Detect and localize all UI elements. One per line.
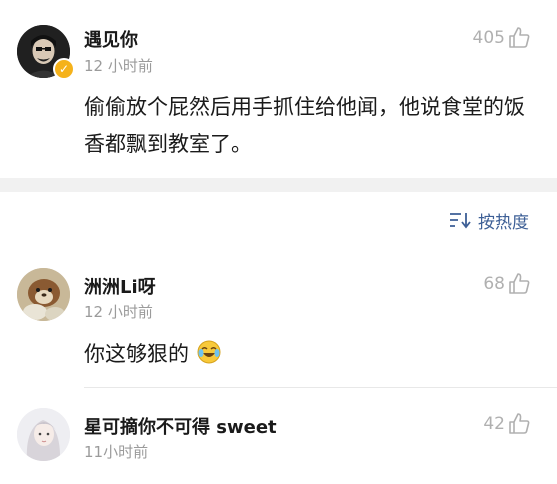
post-time: 12 小时前 bbox=[84, 57, 153, 75]
comment-like-button[interactable]: 68 bbox=[455, 272, 535, 298]
comment-time: 11小时前 bbox=[84, 443, 149, 461]
sort-label: 按热度 bbox=[478, 213, 529, 233]
post-like-button[interactable]: 405 bbox=[455, 26, 535, 52]
like-count: 68 bbox=[483, 274, 505, 294]
comment-divider bbox=[84, 387, 557, 388]
section-divider bbox=[0, 178, 557, 192]
thumbs-up-icon bbox=[509, 27, 530, 48]
thumbs-up-icon bbox=[509, 273, 530, 294]
avatar[interactable] bbox=[17, 408, 70, 461]
comment-content-row: 你这够狠的 bbox=[84, 336, 222, 372]
like-count: 405 bbox=[472, 28, 505, 48]
sort-toggle[interactable]: 按热度 bbox=[446, 206, 546, 233]
laugh-cry-emoji-icon bbox=[197, 340, 221, 364]
comment-time: 12 小时前 bbox=[84, 303, 153, 321]
sort-icon bbox=[450, 213, 471, 229]
comment-like-button[interactable]: 42 bbox=[455, 412, 535, 438]
verified-badge-icon: ✓ bbox=[53, 58, 75, 80]
avatar-image bbox=[17, 408, 70, 461]
post-content: 偷偷放个屁然后用手抓住给他闻，他说食堂的饭香都飘到教室了。 bbox=[84, 95, 525, 156]
comment-content: 你这够狠的 bbox=[84, 342, 189, 366]
post-author[interactable]: 遇见你 bbox=[84, 26, 138, 52]
avatar-image bbox=[17, 268, 70, 321]
comment-author[interactable]: 星可摘你不可得 sweet bbox=[84, 413, 277, 439]
thumbs-up-icon bbox=[509, 413, 530, 434]
avatar[interactable] bbox=[17, 268, 70, 321]
like-count: 42 bbox=[483, 414, 505, 434]
comment-author[interactable]: 洲洲Li呀 bbox=[84, 273, 156, 299]
